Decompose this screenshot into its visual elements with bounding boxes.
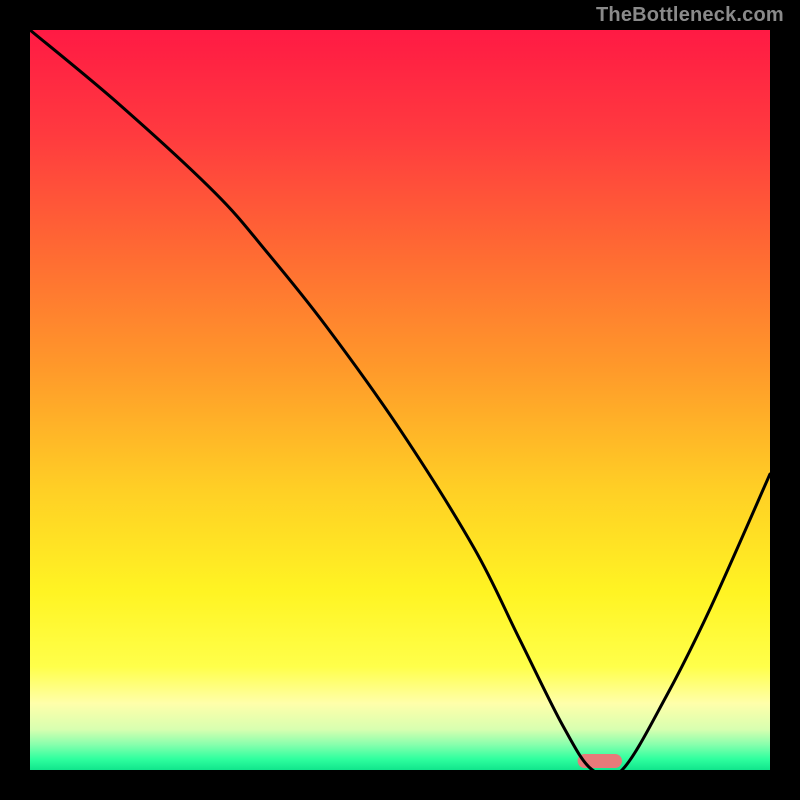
- chart-root: TheBottleneck.com: [0, 0, 800, 800]
- chart-svg: [0, 0, 800, 800]
- watermark-text: TheBottleneck.com: [596, 4, 784, 27]
- chart-background: [30, 30, 770, 770]
